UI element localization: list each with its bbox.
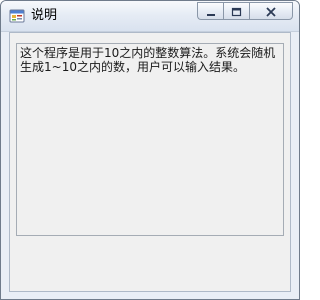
- dialog-window: 说明 这个程序是用于10之内的整数算法。系统会随机生成1~10之内的数，用户可以…: [0, 0, 300, 300]
- caption-buttons: [197, 2, 293, 21]
- maximize-icon: [231, 2, 242, 21]
- minimize-icon: [206, 2, 216, 21]
- application-form-icon[interactable]: [9, 8, 25, 24]
- window-title: 说明: [31, 8, 58, 23]
- dialog-client-area: 这个程序是用于10之内的整数算法。系统会随机生成1~10之内的数，用户可以输入结…: [9, 32, 291, 292]
- close-button[interactable]: [249, 2, 293, 20]
- minimize-button[interactable]: [197, 2, 223, 20]
- title-bar[interactable]: 说明: [1, 1, 299, 32]
- maximize-button[interactable]: [223, 2, 249, 20]
- close-icon: [265, 2, 277, 21]
- description-textbox[interactable]: 这个程序是用于10之内的整数算法。系统会随机生成1~10之内的数，用户可以输入结…: [16, 43, 284, 236]
